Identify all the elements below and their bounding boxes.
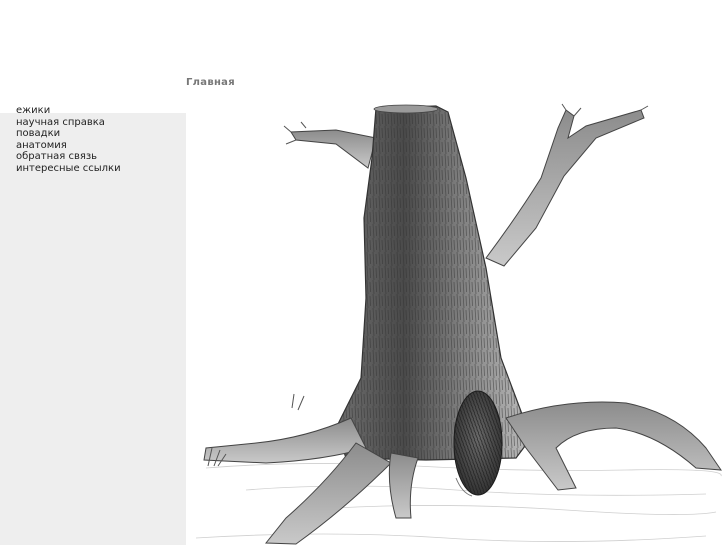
left-root (203, 417, 367, 464)
tree-stump-hedgehog-illustration (195, 103, 723, 545)
sidebar-nav: ежики научная справка повадки анатомия о… (16, 105, 121, 175)
right-branch (485, 109, 645, 267)
sidebar-item-scientific-info[interactable]: научная справка (16, 117, 121, 129)
hedgehog (453, 390, 503, 497)
sidebar-item-anatomy[interactable]: анатомия (16, 140, 121, 152)
page: Главная ежики научная справка повадки ан… (0, 0, 727, 545)
sidebar-item-links[interactable]: интересные ссылки (16, 163, 121, 175)
sidebar-item-feedback[interactable]: обратная связь (16, 151, 121, 163)
sidebar-item-hedgehogs[interactable]: ежики (16, 105, 121, 117)
sidebar-panel (0, 113, 186, 545)
right-root (505, 401, 723, 491)
front-root (388, 452, 419, 519)
sidebar-item-habits[interactable]: повадки (16, 128, 121, 140)
page-title[interactable]: Главная (186, 77, 235, 88)
left-branch (290, 129, 377, 169)
